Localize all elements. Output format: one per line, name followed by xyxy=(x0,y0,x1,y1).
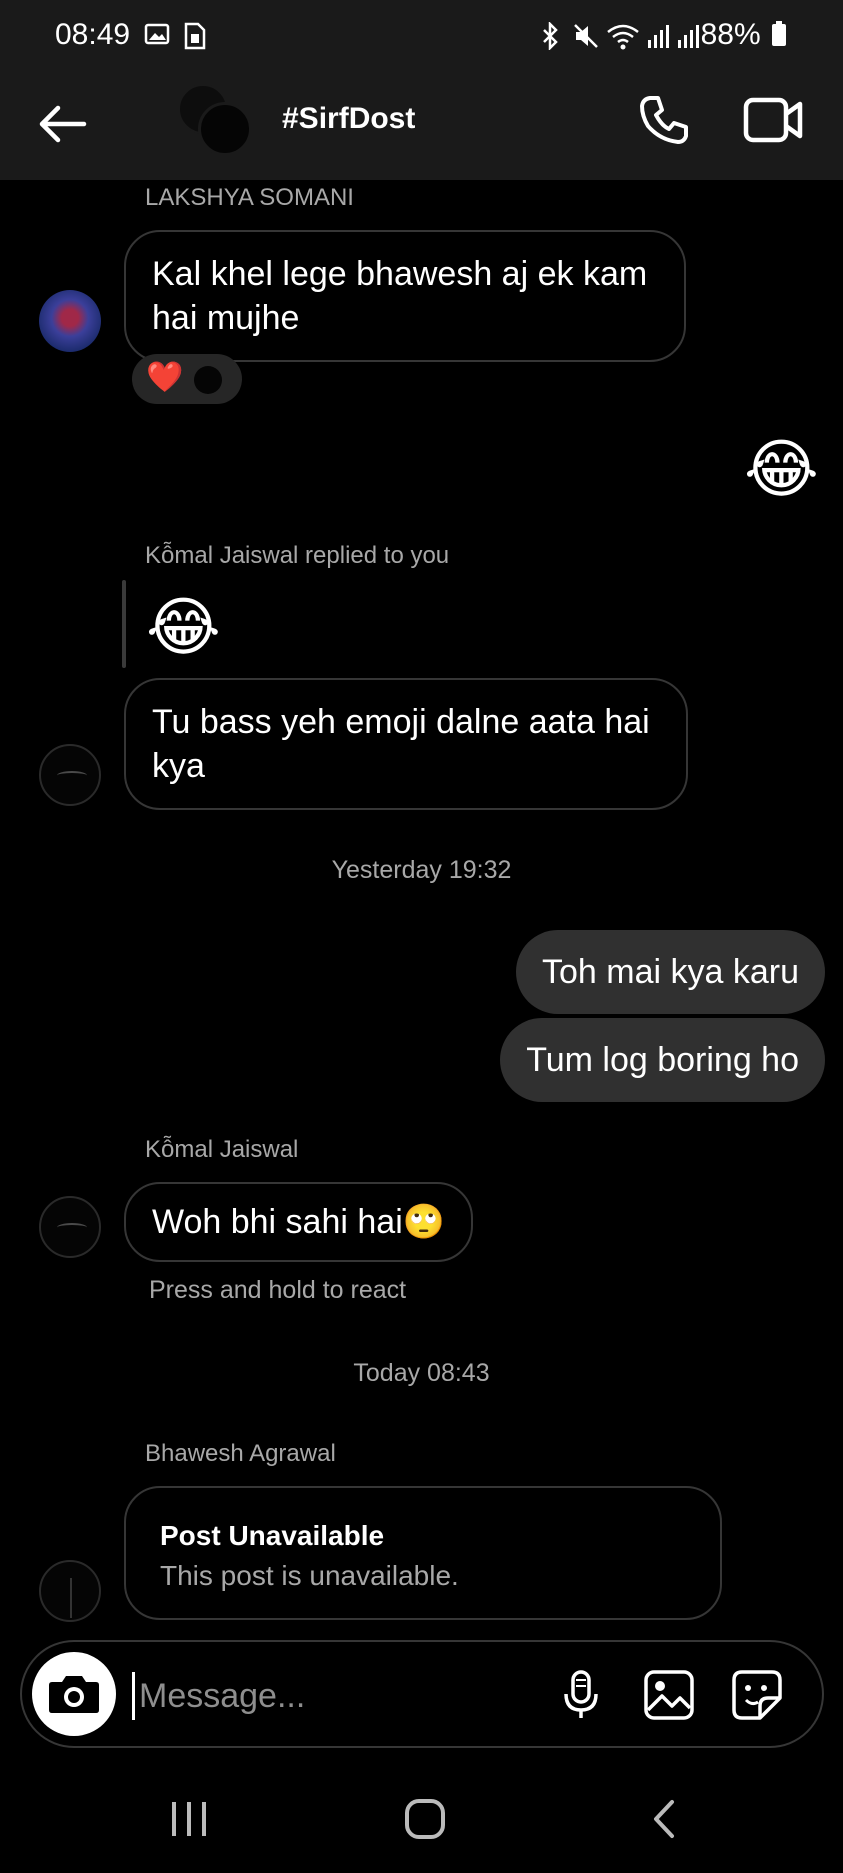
gallery-notification-icon xyxy=(144,23,170,45)
message-bubble[interactable]: Tu bass yeh emoji dalne aata hai kya xyxy=(124,678,688,810)
back-nav-icon[interactable] xyxy=(640,1794,690,1844)
group-avatar-member-2 xyxy=(198,102,252,156)
quoted-emoji[interactable]: 😂 xyxy=(146,592,221,664)
battery-icon xyxy=(772,21,786,46)
phone-call-icon[interactable] xyxy=(636,92,692,148)
group-title[interactable]: #SirfDost xyxy=(282,102,415,136)
video-call-icon[interactable] xyxy=(742,94,804,146)
sim-notification-icon xyxy=(184,22,206,50)
sender-name: Kỗmal Jaiswal xyxy=(145,1136,299,1163)
message-bubble[interactable]: Woh bhi sahi hai🙄 xyxy=(124,1182,474,1262)
sender-avatar[interactable] xyxy=(39,1560,101,1622)
outgoing-message-bubble[interactable]: Tum log boring ho xyxy=(500,1018,825,1102)
microphone-icon[interactable] xyxy=(554,1668,608,1722)
signal-icon-1 xyxy=(648,25,669,48)
sender-name: LAKSHYA SOMANI xyxy=(145,184,354,211)
recent-apps-icon[interactable] xyxy=(164,1794,214,1844)
gallery-icon[interactable] xyxy=(642,1668,696,1722)
heart-reaction: ❤️ xyxy=(146,360,184,395)
message-composer xyxy=(20,1640,824,1748)
status-bar: 08:49 88% xyxy=(0,0,843,72)
battery-level: 88% xyxy=(701,18,787,52)
sticker-icon[interactable] xyxy=(730,1668,784,1722)
outgoing-message-bubble[interactable]: Toh mai kya karu xyxy=(516,930,825,1014)
system-nav-bar xyxy=(0,1760,843,1873)
group-avatar[interactable] xyxy=(178,84,252,156)
reply-quote-bar xyxy=(122,580,126,668)
chat-header: #SirfDost xyxy=(0,72,843,180)
bluetooth-icon xyxy=(543,22,558,50)
mute-icon xyxy=(574,24,598,48)
camera-button[interactable] xyxy=(32,1652,116,1736)
message-bubble[interactable]: Kal khel lege bhawesh aj ek kam hai mujh… xyxy=(124,230,686,362)
back-arrow-icon[interactable] xyxy=(34,100,90,148)
timestamp-divider: Today 08:43 xyxy=(353,1359,490,1387)
sender-avatar[interactable] xyxy=(39,290,101,352)
home-icon[interactable] xyxy=(400,1794,450,1844)
post-subtitle: This post is unavailable. xyxy=(160,1560,459,1591)
camera-icon xyxy=(49,1676,99,1713)
message-input[interactable] xyxy=(132,1672,532,1720)
sender-avatar[interactable] xyxy=(39,744,101,806)
signal-icon-2 xyxy=(678,25,699,48)
sender-avatar[interactable] xyxy=(39,1196,101,1258)
outgoing-emoji-message[interactable]: 😂 xyxy=(744,434,819,506)
press-hold-hint: Press and hold to react xyxy=(149,1276,407,1304)
status-time: 08:49 xyxy=(55,18,131,51)
post-unavailable-card[interactable]: Post Unavailable This post is unavailabl… xyxy=(124,1486,722,1620)
sender-name: Bhawesh Agrawal xyxy=(145,1440,336,1467)
post-title: Post Unavailable xyxy=(160,1520,385,1551)
reply-label: Kỗmal Jaiswal replied to you xyxy=(145,542,450,569)
reactor-avatar xyxy=(194,366,222,394)
timestamp-divider: Yesterday 19:32 xyxy=(331,856,512,884)
reaction-pill[interactable]: ❤️ xyxy=(132,354,242,404)
wifi-icon xyxy=(607,24,639,50)
